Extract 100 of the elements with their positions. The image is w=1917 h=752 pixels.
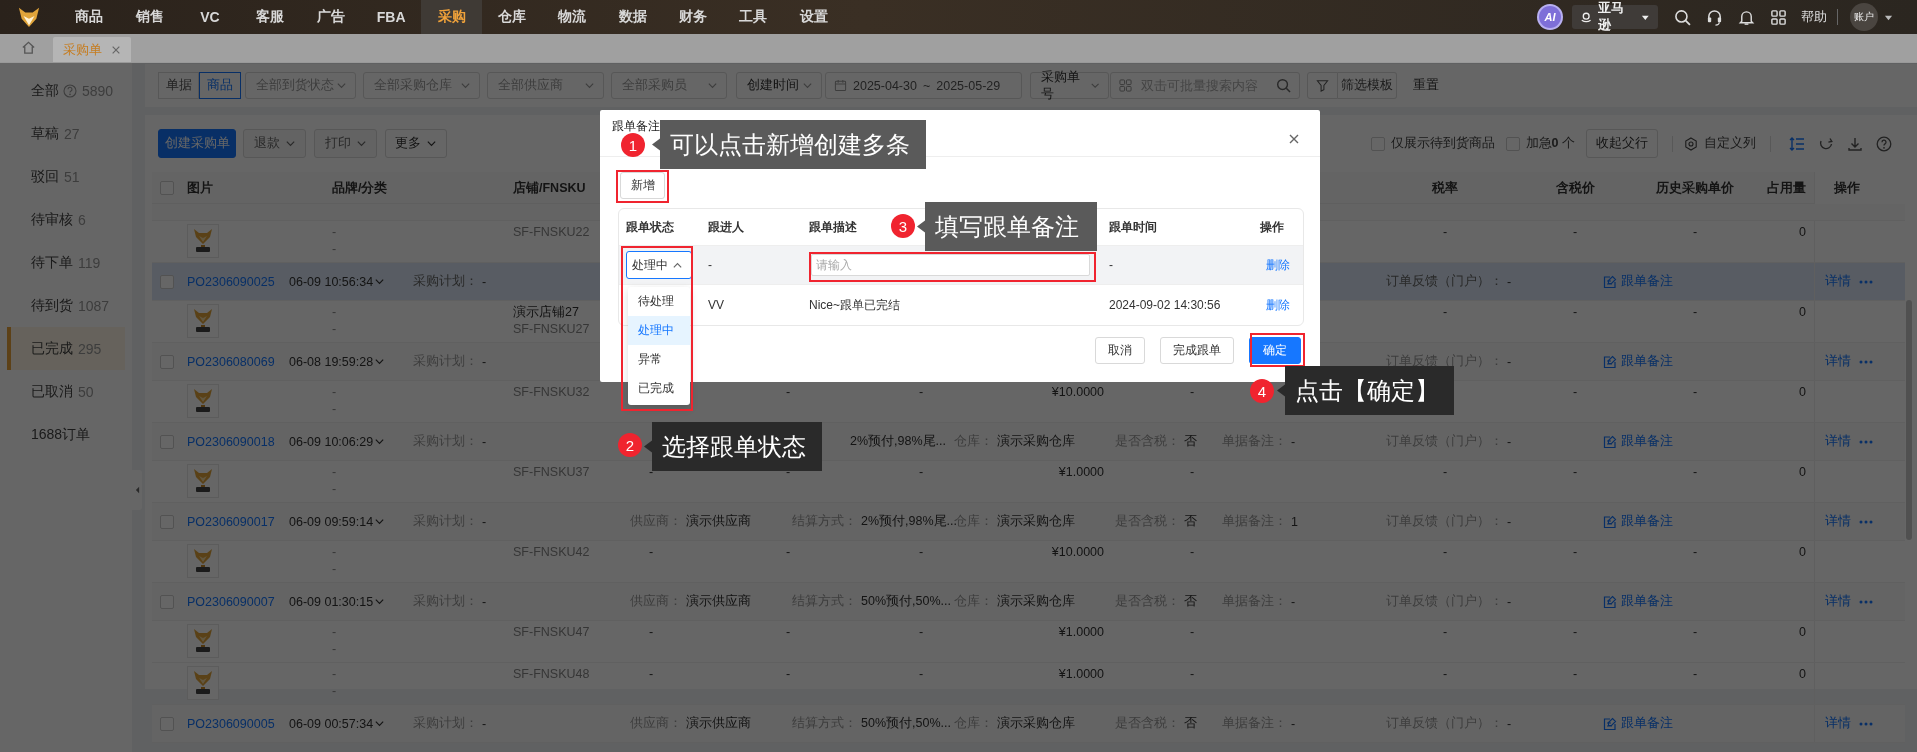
detail-link[interactable]: 详情 bbox=[1825, 593, 1851, 610]
more-icon[interactable] bbox=[1859, 599, 1873, 604]
headset-icon[interactable] bbox=[1706, 8, 1723, 26]
search-icon[interactable] bbox=[1674, 8, 1691, 26]
more-icon[interactable] bbox=[1859, 721, 1873, 726]
dropdown-option[interactable]: 处理中 bbox=[628, 316, 690, 345]
refresh-icon[interactable] bbox=[1818, 135, 1834, 152]
more-icon[interactable] bbox=[1859, 439, 1873, 444]
chevron-down-icon bbox=[426, 138, 437, 149]
download-icon[interactable] bbox=[1847, 135, 1863, 152]
collapse-handle[interactable] bbox=[132, 470, 142, 510]
ai-badge[interactable]: AI bbox=[1539, 6, 1561, 28]
date-range-field[interactable]: 2025-04-30 ~ 2025-05-29 bbox=[825, 72, 1022, 99]
order-time[interactable]: 06-09 00:57:34 bbox=[289, 716, 386, 731]
confirm-button[interactable]: 确定 bbox=[1249, 337, 1301, 364]
nav-item[interactable]: 商品 bbox=[59, 0, 120, 34]
follow-note-link[interactable]: 跟单备注 bbox=[1603, 273, 1673, 290]
detail-link[interactable]: 详情 bbox=[1825, 273, 1851, 290]
nav-item[interactable]: 广告 bbox=[300, 0, 361, 34]
field-value: 演示采购仓库 bbox=[997, 715, 1075, 732]
nav-item[interactable]: FBA bbox=[360, 0, 422, 34]
nav-item[interactable]: 仓库 bbox=[481, 0, 543, 34]
close-icon[interactable] bbox=[1288, 133, 1300, 145]
table-cell: - bbox=[649, 624, 654, 641]
status-select[interactable]: 处理中 bbox=[626, 251, 692, 279]
nav-item[interactable]: VC bbox=[179, 0, 241, 34]
dialog-button[interactable]: 完成跟单 bbox=[1160, 337, 1234, 364]
field-value: 否 bbox=[1184, 513, 1197, 530]
delete-link[interactable]: 删除 bbox=[1260, 256, 1290, 274]
follow-note-link[interactable]: 跟单备注 bbox=[1603, 715, 1673, 732]
field-value: 演示供应商 bbox=[686, 513, 751, 530]
more-icon[interactable] bbox=[1859, 279, 1873, 284]
search-type-select[interactable]: 采购单号 bbox=[1030, 72, 1109, 99]
table-cell: - bbox=[1190, 464, 1195, 481]
detail-link[interactable]: 详情 bbox=[1825, 513, 1851, 530]
filter-template-button[interactable]: 筛选模板 bbox=[1338, 72, 1397, 99]
order-time[interactable]: 06-09 09:59:14 bbox=[289, 514, 386, 529]
detail-link[interactable]: 详情 bbox=[1825, 715, 1851, 732]
nav-item[interactable]: 设置 bbox=[783, 0, 845, 34]
more-icon[interactable] bbox=[1859, 359, 1873, 364]
follow-note-link[interactable]: 跟单备注 bbox=[1603, 353, 1673, 370]
order-time[interactable]: 06-09 01:30:15 bbox=[289, 594, 386, 609]
home-icon[interactable] bbox=[21, 40, 36, 55]
row-height-icon[interactable] bbox=[1789, 135, 1805, 152]
reset-link[interactable]: 重置 bbox=[1413, 77, 1439, 94]
note-icon bbox=[1603, 514, 1617, 529]
help-link[interactable]: 帮助 bbox=[1801, 8, 1827, 26]
order-time[interactable]: 06-09 10:56:34 bbox=[289, 274, 386, 289]
order-number-link[interactable]: PO2306090017 bbox=[187, 514, 275, 529]
nav-item[interactable]: 采购 bbox=[421, 0, 482, 34]
follow-note-link[interactable]: 跟单备注 bbox=[1603, 513, 1673, 530]
nav-item[interactable]: 财务 bbox=[662, 0, 724, 34]
order-number-link[interactable]: PO2306090007 bbox=[187, 594, 275, 609]
nav-item[interactable]: 数据 bbox=[602, 0, 663, 34]
bell-icon[interactable] bbox=[1738, 8, 1755, 26]
order-number-link[interactable]: PO2306090005 bbox=[187, 716, 275, 731]
apps-grid-icon[interactable] bbox=[1770, 8, 1787, 26]
field-label: 采购计划： bbox=[413, 273, 478, 290]
view-toggle-button[interactable]: 商品 bbox=[199, 72, 241, 99]
dialog-button[interactable]: 取消 bbox=[1095, 337, 1145, 364]
batch-grid-icon bbox=[1119, 79, 1132, 92]
create-button[interactable]: 创建采购单 bbox=[158, 129, 236, 158]
field-value: - bbox=[1507, 594, 1512, 609]
account-avatar[interactable]: 账户 bbox=[1850, 3, 1878, 31]
dropdown-option[interactable]: 异常 bbox=[628, 345, 690, 374]
table-cell: - bbox=[649, 666, 654, 683]
more-icon[interactable] bbox=[1859, 519, 1873, 524]
column-header: 店铺/FNSKU bbox=[513, 179, 586, 197]
delete-link[interactable]: 删除 bbox=[1260, 296, 1290, 314]
dropdown-option[interactable]: 待处理 bbox=[628, 287, 690, 316]
custom-columns-button[interactable]: 自定义列 bbox=[1684, 135, 1756, 152]
nav-item[interactable]: 工具 bbox=[723, 0, 784, 34]
table-cell: - bbox=[1190, 384, 1195, 401]
nav-item[interactable]: 客服 bbox=[240, 0, 301, 34]
time-type-select[interactable]: 创建时间 bbox=[736, 72, 822, 99]
view-toggle-button[interactable]: 单据 bbox=[158, 72, 199, 99]
table-cell: - bbox=[919, 384, 924, 401]
order-time[interactable]: 06-09 10:06:29 bbox=[289, 434, 386, 449]
close-icon[interactable] bbox=[111, 44, 121, 55]
detail-link[interactable]: 详情 bbox=[1825, 353, 1851, 370]
nav-item[interactable]: 物流 bbox=[542, 0, 603, 34]
menu-button[interactable]: 更多 bbox=[385, 129, 447, 158]
help-icon[interactable] bbox=[1876, 135, 1892, 152]
follow-note-link[interactable]: 跟单备注 bbox=[1603, 593, 1673, 610]
page-tab[interactable]: 采购单 bbox=[53, 37, 131, 62]
description-input[interactable]: 请输入 bbox=[811, 254, 1090, 276]
filter-button[interactable] bbox=[1307, 72, 1338, 99]
sidebar-item[interactable]: 1688订单 bbox=[0, 413, 132, 456]
detail-link[interactable]: 详情 bbox=[1825, 433, 1851, 450]
nav-item[interactable]: 销售 bbox=[119, 0, 180, 34]
checkbox-label: 仅展示待到货商品 bbox=[1390, 135, 1495, 152]
collapse-rows-button[interactable]: 收起父行 bbox=[1586, 129, 1658, 158]
order-time[interactable]: 06-08 19:59:28 bbox=[289, 354, 386, 369]
dropdown-option[interactable]: 已完成 bbox=[628, 374, 690, 403]
fox-logo-icon[interactable] bbox=[18, 6, 40, 28]
follow-note-link[interactable]: 跟单备注 bbox=[1603, 433, 1673, 450]
order-number-link[interactable]: PO2306080069 bbox=[187, 354, 275, 369]
order-number-link[interactable]: PO2306090018 bbox=[187, 434, 275, 449]
note-icon bbox=[1603, 354, 1617, 369]
order-number-link[interactable]: PO2306090025 bbox=[187, 274, 275, 289]
